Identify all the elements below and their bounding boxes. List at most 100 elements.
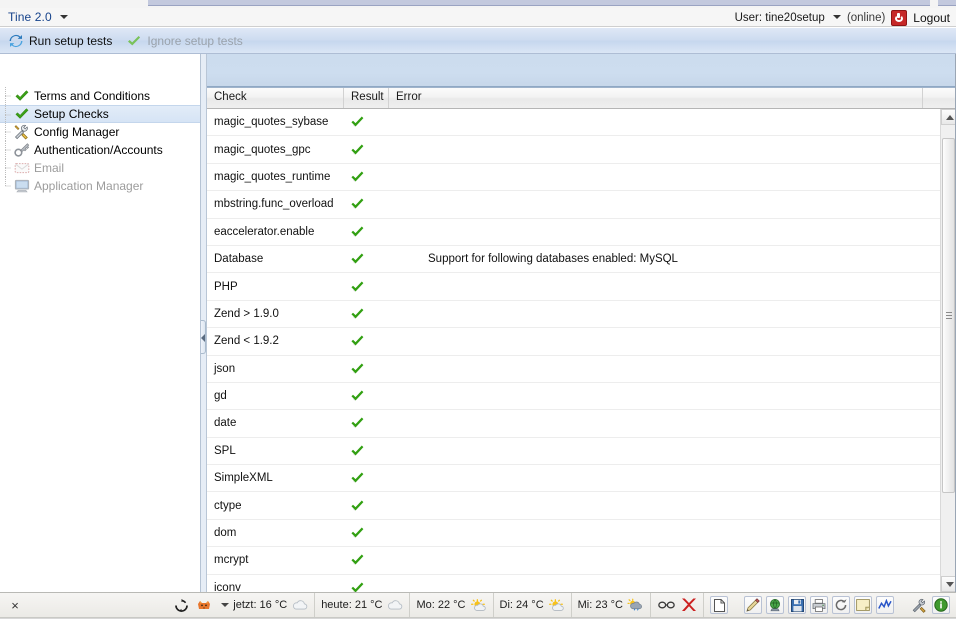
table-row[interactable]: magic_quotes_gpc: [207, 136, 940, 164]
weather-wed-segment[interactable]: Mi: 23 °C: [570, 593, 650, 617]
logout-button[interactable]: Logout: [913, 11, 950, 25]
cell-result-pass-icon: [344, 362, 389, 376]
web-color-icon[interactable]: [766, 596, 784, 614]
cell-check: Database: [214, 253, 264, 266]
table-row[interactable]: eaccelerator.enable: [207, 219, 940, 246]
cell-result-pass-icon: [344, 389, 389, 403]
chart-icon[interactable]: [876, 596, 894, 614]
table-row[interactable]: SPL: [207, 438, 940, 466]
app-titlebar: Tine 2.0 User: tine20setup (online) Logo…: [0, 8, 956, 27]
browser-statusbar: × jetzt: 16 °C heute: 21 °C Mo: 22 °C Di…: [0, 592, 956, 618]
floppy-save-icon[interactable]: [788, 596, 806, 614]
column-header-result[interactable]: Result: [344, 88, 389, 108]
run-setup-tests-label: Run setup tests: [29, 33, 113, 48]
note-icon[interactable]: [854, 596, 872, 614]
splitter-collapse-handle[interactable]: [201, 320, 206, 354]
table-row[interactable]: SimpleXML: [207, 465, 940, 493]
cell-result-pass-icon: [344, 553, 389, 567]
cell-result-pass-icon: [344, 115, 389, 129]
cell-check: mcrypt: [214, 554, 249, 567]
table-row[interactable]: Database Support for following databases …: [207, 246, 940, 274]
refresh-icon: [8, 33, 24, 49]
column-header-check[interactable]: Check: [207, 88, 344, 108]
monitor-icon: [14, 178, 30, 194]
cell-result-pass-icon: [344, 526, 389, 540]
weather-chevron-down-icon: [221, 603, 230, 607]
statusbar-tray-group-right: [703, 593, 956, 617]
sidebar-item-label: Setup Checks: [34, 107, 109, 121]
user-menu[interactable]: User: tine20setup: [735, 12, 841, 24]
tools-icon[interactable]: [910, 596, 928, 614]
power-icon[interactable]: [891, 10, 908, 26]
table-row[interactable]: magic_quotes_sybase: [207, 109, 940, 137]
new-document-icon[interactable]: [710, 596, 728, 614]
cell-result-pass-icon: [344, 334, 389, 348]
sync-icon[interactable]: [172, 596, 190, 614]
pencil-icon[interactable]: [744, 596, 762, 614]
weather-today-segment[interactable]: heute: 21 °C: [314, 593, 409, 617]
scroll-up-button[interactable]: [941, 109, 956, 125]
setup-checks-grid: Check Result Error magic_quotes_sybase ma…: [207, 87, 956, 592]
cell-result-pass-icon: [344, 581, 389, 592]
cell-result-pass-icon: [344, 143, 389, 157]
table-row[interactable]: dom: [207, 520, 940, 548]
cell-check: SimpleXML: [214, 472, 273, 485]
action-toolbar: Run setup tests Ignore setup tests: [0, 28, 956, 54]
weather-tue-segment[interactable]: Di: 24 °C: [492, 593, 571, 617]
weather-now-segment[interactable]: jetzt: 16 °C: [190, 593, 314, 617]
table-row[interactable]: gd: [207, 383, 940, 411]
sidebar-item-terms-and-conditions[interactable]: Terms and Conditions: [0, 87, 200, 105]
setup-navigation-panel: Terms and Conditions Setup Checks Config M…: [0, 54, 201, 592]
cell-check: Zend > 1.9.0: [214, 307, 279, 320]
reload-icon[interactable]: [832, 596, 850, 614]
printer-icon[interactable]: [810, 596, 828, 614]
table-row[interactable]: date: [207, 410, 940, 438]
workspace: Terms and Conditions Setup Checks Config M…: [0, 54, 956, 592]
cell-result-pass-icon: [344, 280, 389, 294]
table-row[interactable]: Zend < 1.9.2: [207, 328, 940, 356]
table-row[interactable]: Zend > 1.9.0: [207, 301, 940, 329]
ignore-setup-tests-button[interactable]: Ignore setup tests: [126, 33, 243, 49]
scroll-down-button[interactable]: [941, 576, 956, 592]
column-header-filler: [923, 88, 956, 108]
scrollbar-thumb[interactable]: [942, 138, 955, 493]
table-row[interactable]: mcrypt: [207, 547, 940, 575]
run-setup-tests-button[interactable]: Run setup tests: [8, 33, 112, 49]
chevron-down-icon: [60, 15, 69, 19]
tools-icon: [14, 124, 30, 140]
glasses-icon[interactable]: [657, 596, 675, 614]
table-row[interactable]: magic_quotes_runtime: [207, 164, 940, 192]
grid-vertical-scrollbar[interactable]: [940, 109, 956, 592]
sidebar-item-application-manager[interactable]: Application Manager: [0, 177, 200, 195]
sidebar-item-email[interactable]: Email: [0, 159, 200, 177]
close-statusbar-button[interactable]: ×: [0, 598, 30, 613]
cell-result-pass-icon: [344, 170, 389, 184]
browser-toolbar-ghost-left: [148, 0, 930, 6]
fox-weather-icon: [195, 596, 213, 614]
sun-cloud-icon-mon: [470, 596, 488, 614]
table-row[interactable]: json: [207, 356, 940, 383]
sidebar-item-authentication-accounts[interactable]: Authentication/Accounts: [0, 141, 200, 159]
red-x-icon[interactable]: [679, 596, 697, 614]
rain-cloud-icon-wed: [627, 596, 645, 614]
table-row[interactable]: mbstring.func_overload: [207, 191, 940, 219]
sun-cloud-icon-tue: [548, 596, 566, 614]
app-title-menu[interactable]: Tine 2.0: [8, 10, 69, 24]
info-icon[interactable]: [932, 596, 950, 614]
sidebar-item-label: Config Manager: [34, 125, 120, 139]
table-row[interactable]: iconv: [207, 575, 940, 592]
sidebar-item-setup-checks[interactable]: Setup Checks: [0, 105, 200, 124]
cell-result-pass-icon: [344, 444, 389, 458]
weather-now-label: jetzt: 16 °C: [233, 599, 288, 611]
tree-connector-icon: [3, 141, 13, 159]
cell-check: eaccelerator.enable: [214, 225, 315, 238]
tree-connector-icon: [3, 87, 13, 105]
table-row[interactable]: ctype: [207, 492, 940, 520]
sidebar-item-config-manager[interactable]: Config Manager: [0, 123, 200, 141]
table-row[interactable]: PHP: [207, 273, 940, 301]
cell-check: SPL: [214, 444, 236, 457]
cell-check: magic_quotes_runtime: [214, 170, 331, 183]
cell-check: Zend < 1.9.2: [214, 335, 279, 348]
weather-mon-segment[interactable]: Mo: 22 °C: [409, 593, 492, 617]
column-header-error[interactable]: Error: [389, 88, 923, 108]
